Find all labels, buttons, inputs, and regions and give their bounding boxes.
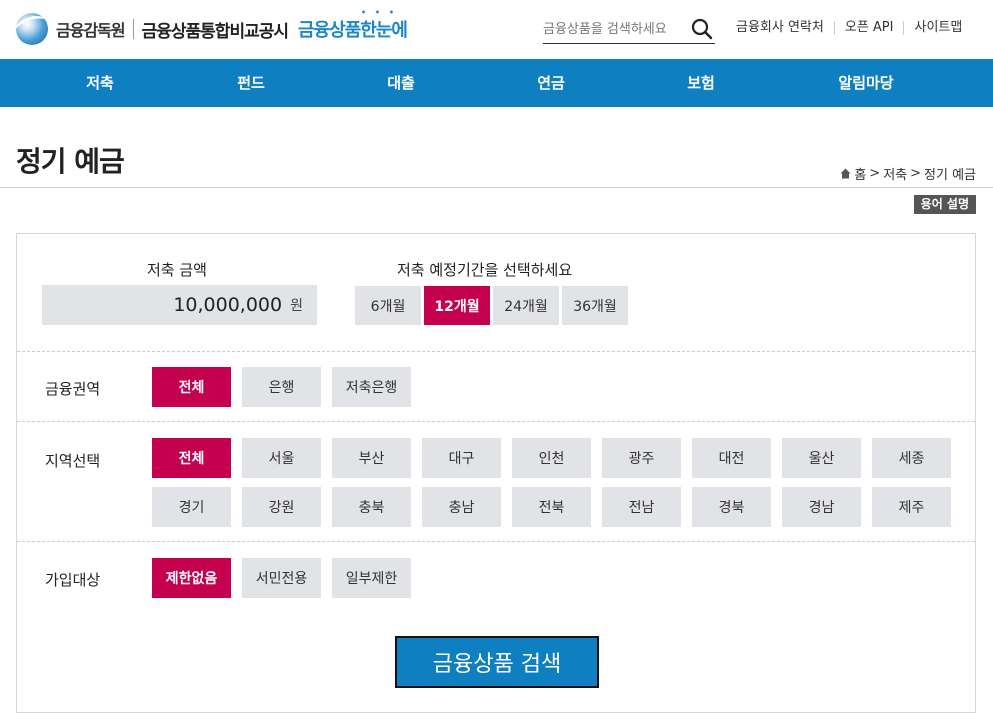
- util-link-open-api[interactable]: 오픈 API: [833, 21, 904, 35]
- title-divider: [0, 187, 993, 188]
- region-chungbuk-button[interactable]: 충북: [332, 487, 411, 527]
- region-gyeongbuk-button[interactable]: 경북: [692, 487, 771, 527]
- logo[interactable]: 금융감독원 금융상품통합비교공시 금융상품한눈에 • • •: [16, 8, 408, 45]
- sector-savings-bank-button[interactable]: 저축은행: [332, 367, 411, 407]
- nav-item-notices[interactable]: 알림마당: [806, 59, 926, 107]
- utility-links: 금융회사 연락처 오픈 API 사이트맵: [726, 21, 972, 35]
- region-sejong-button[interactable]: 세종: [872, 438, 951, 478]
- region-ulsan-button[interactable]: 울산: [782, 438, 861, 478]
- sector-all-button[interactable]: 전체: [152, 367, 231, 407]
- site-header: 금융감독원 금융상품통합비교공시 금융상품한눈에 • • • 금융회사 연락처 오…: [0, 0, 993, 59]
- breadcrumb-home[interactable]: 홈: [854, 164, 866, 183]
- chevron-right-icon: >: [910, 166, 922, 181]
- target-partial-button[interactable]: 일부제한: [332, 558, 411, 598]
- region-incheon-button[interactable]: 인천: [512, 438, 591, 478]
- region-gyeongnam-button[interactable]: 경남: [782, 487, 861, 527]
- search-icon[interactable]: [691, 18, 713, 40]
- period-24m-button[interactable]: 24개월: [493, 286, 559, 325]
- nav-item-funds[interactable]: 펀드: [191, 59, 311, 107]
- util-link-sitemap[interactable]: 사이트맵: [903, 21, 972, 35]
- header-search: [543, 16, 715, 44]
- breadcrumb-savings[interactable]: 저축: [883, 164, 907, 183]
- brand-dots: • • •: [361, 8, 397, 17]
- nav-item-insurance[interactable]: 보험: [641, 59, 761, 107]
- region-all-button[interactable]: 전체: [152, 438, 231, 478]
- region-busan-button[interactable]: 부산: [332, 438, 411, 478]
- site-name: 금융상품통합비교공시: [141, 21, 289, 42]
- brand-text: 금융상품한눈에: [298, 20, 408, 41]
- chevron-right-icon: >: [869, 166, 881, 181]
- section-divider: [17, 351, 975, 352]
- region-gangwon-button[interactable]: 강원: [242, 487, 321, 527]
- glossary-button[interactable]: 용어 설명: [913, 195, 976, 214]
- product-search-button[interactable]: 금융상품 검색: [395, 636, 599, 688]
- target-unrestricted-button[interactable]: 제한없음: [152, 558, 231, 598]
- region-chungnam-button[interactable]: 충남: [422, 487, 501, 527]
- period-label: 저축 예정기간을 선택하세요: [397, 261, 573, 279]
- brand-name: 금융상품한눈에 • • •: [298, 8, 408, 42]
- fss-name: 금융감독원: [56, 21, 126, 40]
- util-link-contacts[interactable]: 금융회사 연락처: [726, 21, 834, 35]
- region-seoul-button[interactable]: 서울: [242, 438, 321, 478]
- section-divider: [17, 421, 975, 422]
- period-options: 6개월 12개월 24개월 36개월: [355, 286, 628, 325]
- fss-globe-icon: [16, 13, 48, 45]
- period-36m-button[interactable]: 36개월: [562, 286, 628, 325]
- target-low-income-button[interactable]: 서민전용: [242, 558, 321, 598]
- region-daejeon-button[interactable]: 대전: [692, 438, 771, 478]
- search-input[interactable]: [543, 16, 683, 42]
- region-daegu-button[interactable]: 대구: [422, 438, 501, 478]
- sector-bank-button[interactable]: 은행: [242, 367, 321, 407]
- breadcrumb: 홈 > 저축 > 정기 예금: [840, 164, 976, 183]
- region-jeju-button[interactable]: 제주: [872, 487, 951, 527]
- region-gwangju-button[interactable]: 광주: [602, 438, 681, 478]
- main-nav: 저축 펀드 대출 연금 보험 알림마당: [0, 59, 993, 107]
- period-12m-button[interactable]: 12개월: [424, 286, 490, 325]
- nav-item-pension[interactable]: 연금: [491, 59, 611, 107]
- page-title: 정기 예금: [16, 145, 125, 178]
- amount-value: 10,000,000: [173, 294, 283, 316]
- region-jeonbuk-button[interactable]: 전북: [512, 487, 591, 527]
- amount-unit: 원: [290, 298, 303, 314]
- nav-item-loans[interactable]: 대출: [341, 59, 461, 107]
- logo-divider: [132, 19, 134, 39]
- nav-item-savings[interactable]: 저축: [40, 59, 160, 107]
- section-divider: [17, 541, 975, 542]
- search-panel: 저축 금액 10,000,000 원 저축 예정기간을 선택하세요 6개월 12…: [16, 233, 976, 713]
- region-gyeonggi-button[interactable]: 경기: [152, 487, 231, 527]
- region-jeonnam-button[interactable]: 전남: [602, 487, 681, 527]
- home-icon: [840, 168, 851, 179]
- sector-label: 금융권역: [45, 380, 101, 398]
- period-6m-button[interactable]: 6개월: [355, 286, 421, 325]
- target-label: 가입대상: [45, 571, 101, 589]
- amount-field[interactable]: 10,000,000 원: [42, 285, 317, 325]
- region-label: 지역선택: [45, 452, 101, 470]
- breadcrumb-current: 정기 예금: [924, 168, 976, 183]
- amount-label: 저축 금액: [147, 261, 207, 279]
